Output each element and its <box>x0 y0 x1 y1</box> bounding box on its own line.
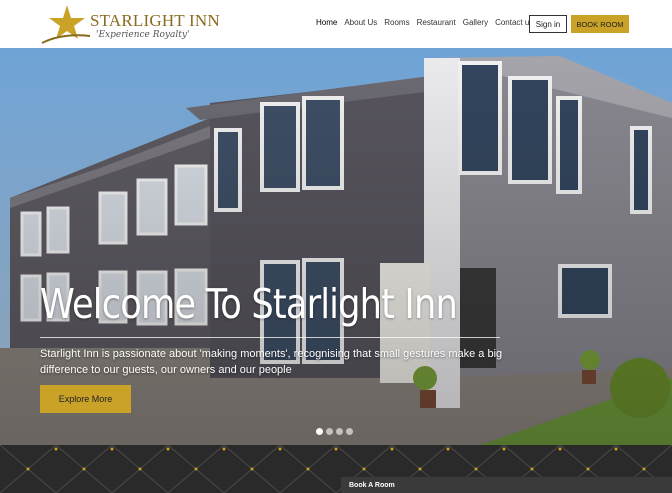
hero-subtitle: Starlight Inn is passionate about 'makin… <box>40 348 503 376</box>
star-logo-icon <box>41 5 91 44</box>
brand-logo[interactable]: STARLIGHT INN 'Experience Royalty' <box>40 3 220 45</box>
nav-home[interactable]: Home <box>316 18 337 27</box>
brand-tagline: 'Experience Royalty' <box>96 30 190 40</box>
book-a-room-tab[interactable]: Book A Room <box>341 477 672 493</box>
slide-dot-3[interactable] <box>336 428 343 435</box>
nav-rooms[interactable]: Rooms <box>384 18 409 27</box>
nav-restaurant[interactable]: Restaurant <box>417 18 456 27</box>
nav-about[interactable]: About Us <box>344 18 377 27</box>
site-header: STARLIGHT INN 'Experience Royalty' Home … <box>0 0 672 48</box>
brand-name: STARLIGHT INN <box>90 11 220 30</box>
sign-in-button[interactable]: Sign in <box>529 15 567 33</box>
hero-title: Welcome To Starlight Inn <box>40 280 458 328</box>
book-room-button[interactable]: BOOK ROOM <box>571 15 629 33</box>
slide-dot-4[interactable] <box>346 428 353 435</box>
slide-dot-2[interactable] <box>326 428 333 435</box>
slider-dots <box>316 428 353 435</box>
nav-contact[interactable]: Contact us <box>495 18 533 27</box>
explore-more-button[interactable]: Explore More <box>40 385 131 413</box>
main-nav: Home About Us Rooms Restaurant Gallery C… <box>316 18 540 27</box>
slide-dot-1[interactable] <box>316 428 323 435</box>
hero-divider <box>40 337 500 338</box>
hero-slider: Welcome To Starlight Inn Starlight Inn i… <box>0 48 672 445</box>
nav-gallery[interactable]: Gallery <box>463 18 488 27</box>
